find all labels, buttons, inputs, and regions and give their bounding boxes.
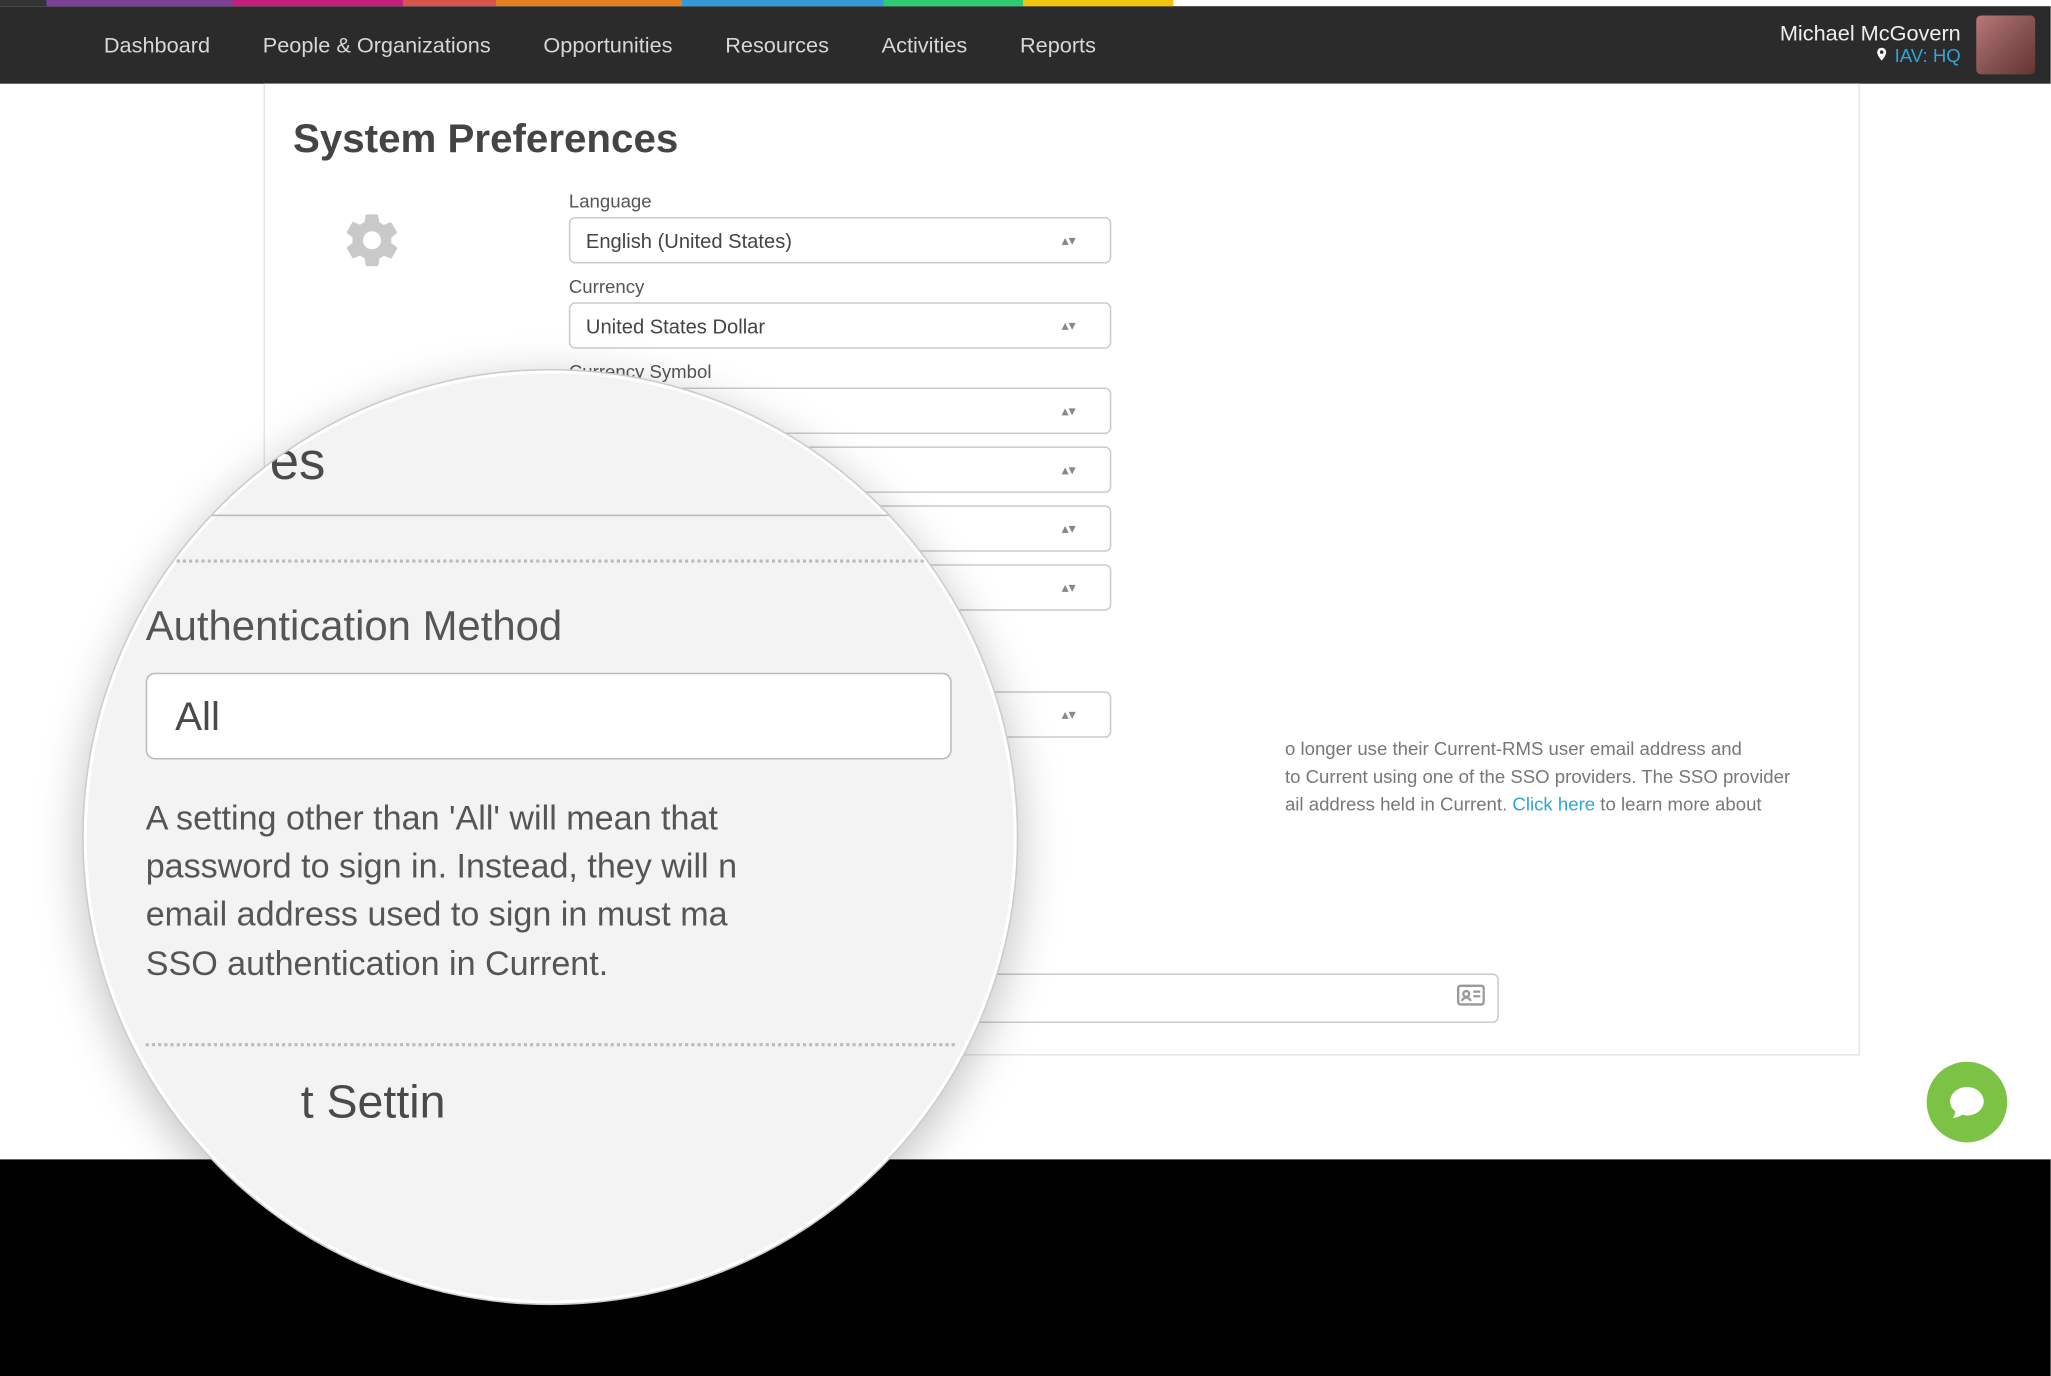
sso-help-text: o longer use their Current-RMS user emai… bbox=[1285, 735, 1804, 819]
chevron-updown-icon: ▴▾ bbox=[1062, 522, 1076, 536]
chevron-updown-icon: ▴▾ bbox=[1062, 319, 1076, 333]
avatar[interactable] bbox=[1976, 16, 2035, 75]
chat-launcher[interactable] bbox=[1927, 1062, 2008, 1143]
chevron-updown-icon: ▴▾ bbox=[1062, 580, 1076, 594]
currency-label: Currency bbox=[569, 276, 1391, 298]
click-here-link[interactable]: Click here bbox=[1512, 794, 1595, 816]
currency-symbol-label: Currency Symbol bbox=[569, 361, 1391, 383]
top-navbar: Dashboard People & Organizations Opportu… bbox=[0, 6, 2051, 84]
nav-people-organizations[interactable]: People & Organizations bbox=[236, 6, 517, 84]
chevron-updown-icon: ▴▾ bbox=[1062, 708, 1076, 722]
language-select[interactable]: English (United States) ▴▾ bbox=[569, 217, 1112, 264]
auth-method-description: A setting other than 'All' will mean tha… bbox=[146, 794, 955, 988]
auth-method-label: Authentication Method bbox=[146, 603, 955, 651]
page-title: System Preferences bbox=[293, 115, 1831, 163]
mag-fragment-settings: t Settin bbox=[301, 1077, 955, 1130]
zoom-magnifier: es Authentication Method All A setting o… bbox=[82, 369, 1018, 1305]
location-pin-icon bbox=[1874, 45, 1890, 69]
contact-card-icon[interactable] bbox=[1457, 983, 1485, 1012]
currency-select[interactable]: United States Dollar ▴▾ bbox=[569, 302, 1112, 349]
gear-icon bbox=[341, 209, 403, 279]
user-location[interactable]: IAV: HQ bbox=[1780, 45, 1961, 69]
nav-dashboard[interactable]: Dashboard bbox=[78, 6, 237, 84]
nav-opportunities[interactable]: Opportunities bbox=[517, 6, 699, 84]
chevron-updown-icon: ▴▾ bbox=[1062, 463, 1076, 477]
chevron-updown-icon: ▴▾ bbox=[1062, 233, 1076, 247]
chevron-updown-icon: ▴▾ bbox=[1062, 404, 1076, 418]
auth-method-select[interactable]: All bbox=[146, 673, 952, 760]
nav-resources[interactable]: Resources bbox=[699, 6, 855, 84]
language-label: Language bbox=[569, 191, 1391, 213]
nav-activities[interactable]: Activities bbox=[855, 6, 993, 84]
chat-icon bbox=[1947, 1082, 1987, 1122]
user-block[interactable]: Michael McGovern IAV: HQ bbox=[1780, 20, 1961, 69]
nav-reports[interactable]: Reports bbox=[994, 6, 1123, 84]
user-name: Michael McGovern bbox=[1780, 20, 1961, 45]
